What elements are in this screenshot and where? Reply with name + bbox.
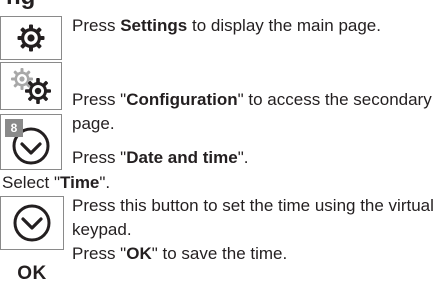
gear-icon — [17, 24, 45, 52]
chevron-down-circle-icon — [13, 204, 51, 242]
date-time-label: Date and time — [126, 148, 238, 167]
date-time-button: 8 — [0, 114, 62, 170]
settings-button — [0, 16, 62, 60]
step-date-time-text: Press "Date and time". — [72, 146, 438, 170]
step-settings-text: Press Settings to display the main page. — [72, 14, 438, 38]
section-heading: ng — [6, 0, 35, 9]
configuration-label: Configuration — [126, 90, 238, 109]
gears-icon — [11, 68, 51, 104]
step-configuration-text: Press "Configuration" to access the seco… — [72, 88, 438, 136]
settings-label: Settings — [120, 16, 188, 35]
step-text-pre: Press — [72, 16, 121, 35]
select-text-post: ". — [99, 173, 111, 192]
ok-button-icon: OK — [17, 263, 47, 284]
step-set-time-text: Press this button to set the time using … — [72, 196, 434, 239]
configuration-button — [0, 62, 62, 110]
time-label: Time — [60, 173, 100, 192]
step-ok-text: Press "OK" to save the time. — [72, 242, 438, 266]
step-text-pre: Press " — [72, 90, 127, 109]
select-time-text: Select "Time". — [2, 172, 110, 194]
step-text-pre: Press " — [72, 244, 127, 263]
step-text-pre: Press " — [72, 148, 127, 167]
ok-label: OK — [126, 244, 152, 263]
badge-8: 8 — [5, 119, 23, 137]
step-text-post: to display the main page. — [187, 16, 381, 35]
step-text-post: ". — [237, 148, 249, 167]
set-time-button — [0, 196, 64, 250]
ok-button: OK — [0, 252, 64, 296]
step-text-post: " to save the time. — [151, 244, 288, 263]
select-text-pre: Select " — [2, 173, 61, 192]
